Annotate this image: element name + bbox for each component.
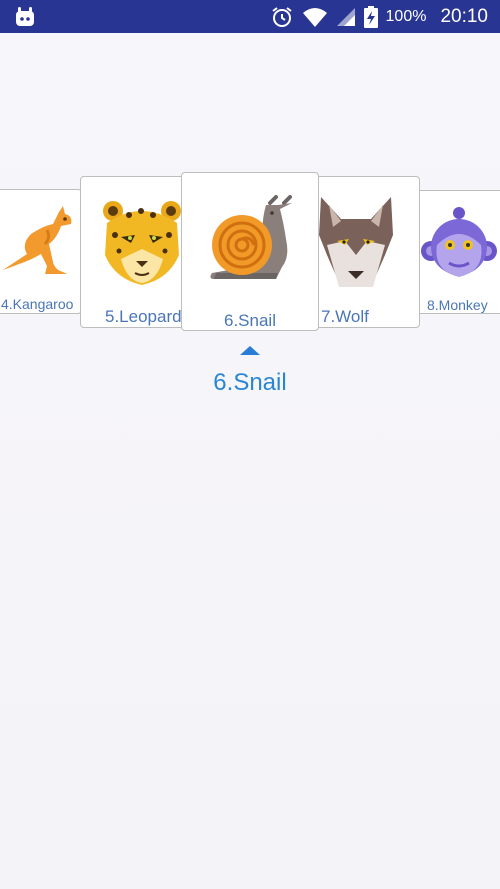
carousel-item-label: 6.Snail <box>224 311 276 330</box>
battery-percent: 100% <box>385 7 427 25</box>
snail-icon <box>210 195 292 279</box>
pointer-up-icon <box>240 346 260 355</box>
battery-charging-icon <box>363 5 378 28</box>
status-icons: 100% 20:10 <box>270 0 488 33</box>
clock-time: 20:10 <box>440 5 488 27</box>
alarm-icon <box>271 6 292 27</box>
carousel-item-snail[interactable]: 6.Snail <box>181 172 319 331</box>
kangaroo-icon <box>3 206 72 274</box>
leopard-icon <box>103 201 181 285</box>
carousel-item-label: 8.Monkey <box>427 297 488 313</box>
wifi-icon <box>302 7 327 27</box>
monkey-icon <box>421 207 497 277</box>
cell-signal-icon <box>336 7 355 26</box>
carousel-item-kangaroo[interactable]: 4.Kangaroo <box>0 189 82 314</box>
selected-item-label: 6.Snail <box>213 369 287 396</box>
android-notification-icon <box>16 7 34 26</box>
carousel-item-label: 7.Wolf <box>321 307 369 326</box>
carousel-item-monkey[interactable]: 8.Monkey <box>412 190 500 314</box>
carousel-item-label: 4.Kangaroo <box>1 296 74 312</box>
wolf-icon <box>319 197 393 287</box>
main-content <box>0 33 500 889</box>
status-bar: 100% 20:10 <box>0 0 500 33</box>
